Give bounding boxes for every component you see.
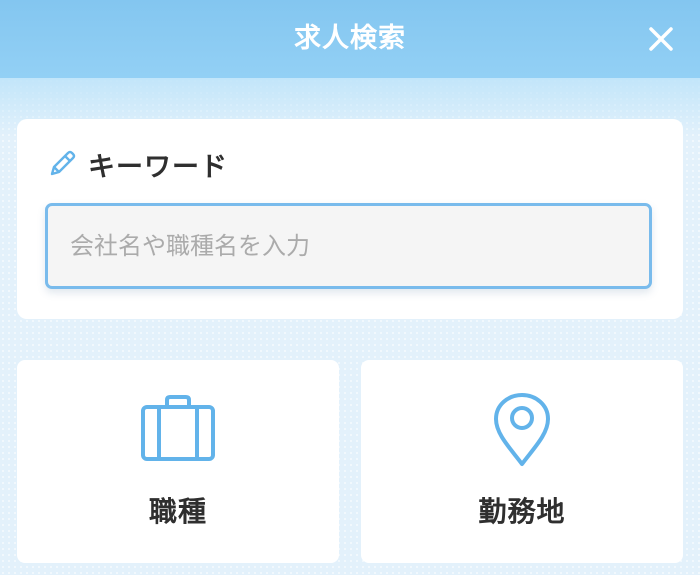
close-button[interactable] — [640, 18, 682, 60]
keyword-input[interactable] — [48, 206, 649, 286]
keyword-input-wrapper — [45, 203, 652, 289]
close-icon — [649, 27, 673, 51]
keyword-label-row: キーワード — [45, 147, 228, 183]
header-bar: 求人検索 — [0, 0, 700, 78]
map-pin-icon — [490, 392, 554, 468]
occupation-label: 職種 — [148, 495, 207, 528]
pencil-icon — [50, 150, 76, 176]
location-tile[interactable]: 勤務地 — [361, 360, 683, 563]
keyword-label: キーワード — [88, 151, 228, 183]
briefcase-icon — [138, 392, 218, 464]
page-title: 求人検索 — [294, 23, 406, 54]
location-label: 勤務地 — [478, 495, 566, 528]
keyword-card: キーワード — [17, 119, 683, 319]
occupation-tile[interactable]: 職種 — [17, 360, 339, 563]
